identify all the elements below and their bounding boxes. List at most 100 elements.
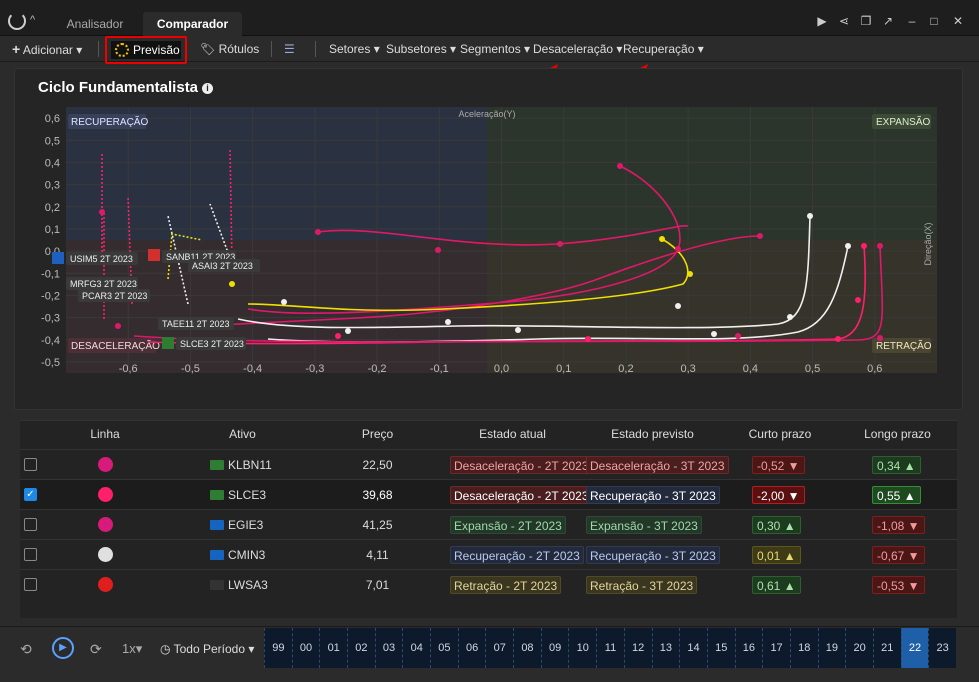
divider [315,41,316,57]
timeline-cell[interactable]: 05 [430,628,458,668]
label-taee11: TAEE11 2T 2023 [162,319,230,329]
x-tick-label: -0,2 [368,363,387,375]
forecast-state-badge: Retração - 3T 2023 [586,576,698,594]
divider [271,41,272,57]
cycle-chart[interactable]: -0,6 -0,5 -0,4 -0,3 -0,2 -0,1 0,0 0,1 0,2 0,3 0,4 0… [38,104,938,376]
col-ativo: Ativo [229,427,256,441]
row-checkbox[interactable] [24,458,37,471]
line-color-swatch[interactable] [98,457,113,472]
forecast-icon [115,43,129,57]
table-row[interactable]: LWSA3 7,01 Retração - 2T 2023 Retração - 3T… [20,569,957,599]
row-checkbox[interactable] [24,548,37,561]
row-checkbox[interactable]: ✓ [24,488,37,501]
trajectory-point [877,243,883,249]
timeline-cell[interactable]: 18 [789,628,818,668]
timeline-cell[interactable]: 12 [623,628,652,668]
y-axis-label: Aceleração(Y) [458,109,515,119]
timeline-cell[interactable]: 15 [706,628,735,668]
labels-label: Rótulos [218,42,260,56]
minimize-icon[interactable]: – [903,12,921,30]
col-preco: Preço [361,427,394,441]
trajectory-point [515,327,521,333]
timeline-cell[interactable]: 01 [319,628,347,668]
timeline-cell[interactable]: 07 [485,628,513,668]
y-tick-label: -0,5 [41,357,60,369]
share-icon[interactable]: ⋖ [835,12,853,30]
long-term-badge: -0,67 ▼ [872,546,925,564]
timeline[interactable]: 99 00 01 02 03 04 05 06 07 08 09 10 11 12 13 14 15 16 17 18… [264,628,956,668]
forecast-label: Previsão [133,43,180,57]
add-button[interactable]: + Adicionar ▾ [12,40,82,58]
table-row[interactable]: ✓ SLCE3 39,68 Desaceleração - 2T 2023 Recupe… [20,479,957,509]
timeline-cell[interactable]: 16 [734,628,763,668]
period-select[interactable]: ◷ Todo Período ▾ [160,642,254,656]
line-color-swatch[interactable] [98,517,113,532]
popout-icon[interactable]: ❐ [857,12,875,30]
line-color-swatch[interactable] [98,487,113,502]
company-logo-icon [210,580,224,590]
quadrant-label-expansao: EXPANSÃO [876,115,930,128]
labels-button[interactable]: 🏷 Rótulos [200,40,259,58]
row-checkbox[interactable] [24,578,37,591]
timeline-cell[interactable]: 08 [513,628,541,668]
chart-svg[interactable]: -0,6 -0,5 -0,4 -0,3 -0,2 -0,1 0,0 0,1 0,2 0,3 0,4 0… [38,104,938,376]
timeline-cell[interactable]: 03 [374,628,403,668]
timeline-cell[interactable]: 02 [347,628,375,668]
plus-icon: + [12,41,21,57]
label-mrfg3: MRFG3 2T 2023 [70,279,137,289]
maximize-icon[interactable]: □ [925,12,943,30]
row-checkbox[interactable] [24,518,37,531]
timeline-cell[interactable]: 11 [596,628,624,668]
sliders-icon[interactable]: ☰ [284,40,295,58]
trajectory-point [281,299,287,305]
filter-segmentos[interactable]: Segmentos ▾ [460,40,530,58]
line-color-swatch[interactable] [98,547,113,562]
trend-icon[interactable]: ↗ [879,12,897,30]
filter-setores[interactable]: Setores ▾ [329,40,380,58]
table-row[interactable]: KLBN11 22,50 Desaceleração - 2T 2023 Desace… [20,449,957,479]
forecast-state-badge: Expansão - 3T 2023 [586,516,702,534]
tab-analisador[interactable]: Analisador [50,12,140,36]
y-tick-label: -0,1 [41,268,60,280]
timeline-cell[interactable]: 99 [264,628,292,668]
timeline-cell[interactable]: 04 [402,628,430,668]
timeline-cell[interactable]: 14 [679,628,707,668]
forecast-button[interactable]: Previsão [111,41,181,59]
timeline-cell[interactable]: 00 [291,628,320,668]
close-icon[interactable]: ✕ [949,12,967,30]
label-pcar3: PCAR3 2T 2023 [82,291,147,301]
ticker: SLCE3 [210,488,320,502]
chart-title: Ciclo Fundamentalista i [38,79,214,96]
timeline-cell[interactable]: 10 [568,628,596,668]
chevron-up-icon[interactable]: ^ [30,14,35,26]
timeline-cell[interactable]: 21 [872,628,901,668]
play-button[interactable]: ▶ [52,637,74,659]
timeline-cell[interactable]: 20 [845,628,873,668]
x-tick-label: -0,3 [305,363,324,375]
timeline-cell[interactable]: 23 [928,628,956,668]
speed-select[interactable]: 1x▾ [122,641,142,657]
info-icon[interactable]: i [202,83,214,94]
line-color-swatch[interactable] [98,577,113,592]
timeline-cell[interactable]: 13 [651,628,680,668]
timeline-cell[interactable]: 06 [457,628,486,668]
table-row[interactable]: EGIE3 41,25 Expansão - 2T 2023 Expansão - 3… [20,509,957,539]
table-row[interactable]: CMIN3 4,11 Recuperação - 2T 2023 Recuperaçã… [20,539,957,569]
filter-recuperacao[interactable]: Recuperação ▾ [623,40,704,58]
company-logo-icon [210,490,224,500]
filter-subsetores[interactable]: Subsetores ▾ [386,40,456,58]
timeline-cell[interactable]: 19 [817,628,846,668]
timeline-cell[interactable]: 09 [540,628,569,668]
forward-icon[interactable]: ⟳ [90,641,102,658]
trajectory-point [229,281,235,287]
company-logo-icon [210,460,224,470]
timeline-cell[interactable]: 17 [762,628,790,668]
col-estado-previsto: Estado previsto [611,427,694,441]
filter-desaceleracao[interactable]: Desaceleração ▾ [533,40,622,58]
video-icon[interactable]: ▶ [813,12,831,30]
tab-comparador[interactable]: Comparador [143,12,242,36]
x-tick-label: -0,5 [181,363,200,375]
timeline-cell[interactable]: 22 [900,628,929,668]
rewind-icon[interactable]: ⟲ [20,641,32,658]
company-logo-icon [210,550,224,560]
